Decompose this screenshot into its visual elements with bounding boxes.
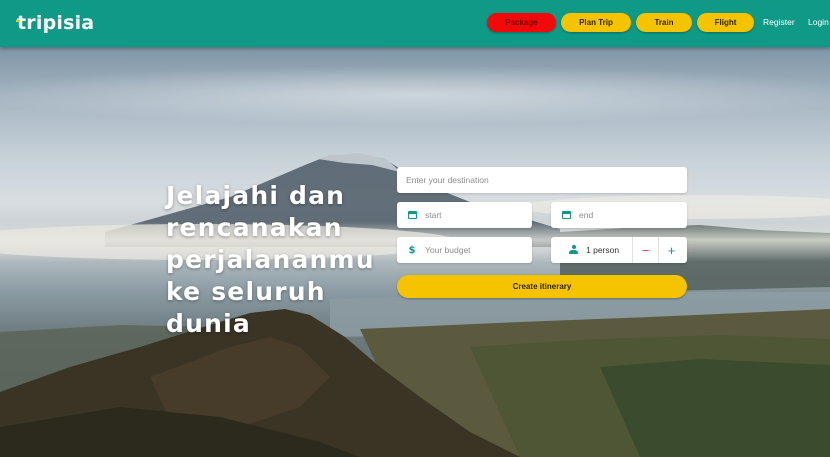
nav-flight-button[interactable]: Flight [697,13,754,32]
person-icon [569,245,578,255]
destination-input[interactable] [406,175,687,185]
headline-line: perjalananmu [166,245,375,274]
logo-accent-mark [16,20,20,22]
create-itinerary-button[interactable]: Create itinerary [397,275,687,298]
calendar-icon [407,210,417,220]
person-count-value: 1 person [586,245,620,255]
nav-package-button[interactable]: Package [487,13,556,32]
headline-line: ke seluruh [166,277,326,306]
budget-field[interactable]: $ [397,237,532,263]
tripisia-logo[interactable]: tripisia [16,9,95,37]
end-date-field[interactable] [551,202,687,228]
login-link[interactable]: Login [808,17,829,27]
headline-line: rencanakan [166,213,343,242]
end-date-input[interactable] [579,210,687,220]
increase-person-button[interactable]: + [658,237,684,263]
logo-text: tripisia [17,12,95,34]
budget-input[interactable] [425,245,532,255]
dollar-icon: $ [408,244,416,256]
register-link[interactable]: Register [763,17,795,27]
calendar-icon [561,210,571,220]
navbar: tripisia Package Plan Trip Train Flight … [0,0,830,47]
destination-field[interactable] [397,167,687,193]
nav-train-button[interactable]: Train [636,13,692,32]
start-date-field[interactable] [397,202,532,228]
nav-plan-trip-button[interactable]: Plan Trip [561,13,631,32]
hero-headline: Jelajahi dan rencanakan perjalananmu ke … [166,180,376,340]
start-date-input[interactable] [425,210,532,220]
headline-line: dunia [166,309,251,338]
headline-line: Jelajahi dan [166,181,346,210]
decrease-person-button[interactable]: − [632,237,658,263]
person-count-field: 1 person − + [551,237,687,263]
